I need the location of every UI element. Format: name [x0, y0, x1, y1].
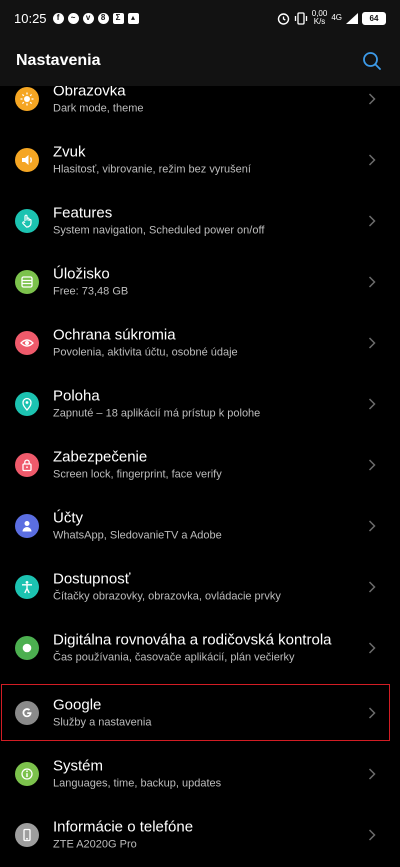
- chevron-right-icon: [368, 828, 376, 841]
- google-icon: [15, 700, 39, 725]
- settings-item-google[interactable]: Google Služby a nastavenia: [0, 682, 400, 743]
- settings-item-about-phone[interactable]: Informácie o telefóne ZTE A2020G Pro: [0, 804, 400, 865]
- settings-item-digital-wellbeing[interactable]: Digitálna rovnováha a rodičovská kontrol…: [0, 617, 400, 678]
- wellbeing-icon: [15, 635, 39, 660]
- privacy-eye-icon: [15, 330, 39, 355]
- search-icon: [363, 52, 381, 70]
- settings-item-ucty[interactable]: Účty WhatsApp, SledovanieTV a Adobe: [0, 495, 400, 556]
- item-subtitle: Služby a nastavenia: [53, 716, 152, 728]
- settings-item-features[interactable]: Features System navigation, Scheduled po…: [0, 190, 400, 251]
- item-subtitle: Čítačky obrazovky, obrazovka, ovládacie …: [53, 590, 281, 602]
- chevron-right-icon: [368, 214, 376, 227]
- item-subtitle: Hlasitosť, vibrovanie, režim bez vyrušen…: [53, 163, 251, 175]
- app-header: Nastavenia: [0, 36, 400, 86]
- hand-icon: [15, 208, 39, 233]
- settings-item-obrazovka[interactable]: Obrazovka Dark mode, theme: [0, 86, 400, 129]
- chevron-right-icon: [368, 153, 376, 166]
- badge-icon: 8: [97, 12, 109, 24]
- item-title: Informácie o telefóne: [53, 818, 194, 835]
- item-subtitle: ZTE A2020G Pro: [53, 838, 137, 850]
- item-subtitle: Dark mode, theme: [53, 102, 144, 114]
- network-indicator: 4G: [331, 13, 342, 22]
- chevron-right-icon: [368, 458, 376, 471]
- settings-item-system[interactable]: Systém Languages, time, backup, updates: [0, 743, 400, 804]
- item-title: Obrazovka: [53, 86, 126, 99]
- item-subtitle: Languages, time, backup, updates: [53, 777, 222, 789]
- alarm-icon: [277, 12, 289, 25]
- chevron-right-icon: [368, 706, 376, 719]
- settings-item-ochrana-sukromia[interactable]: Ochrana súkromia Povolenia, aktivita účt…: [0, 312, 400, 373]
- gallery-icon: ▴: [127, 12, 139, 24]
- messenger-icon: ~: [67, 12, 79, 24]
- battery-indicator: 64: [362, 11, 386, 25]
- item-title: Zabezpečenie: [53, 448, 148, 465]
- item-subtitle: Povolenia, aktivita účtu, osobné údaje: [53, 346, 238, 358]
- vibrate-icon: [294, 11, 307, 25]
- chevron-right-icon: [368, 767, 376, 780]
- item-title: Digitálna rovnováha a rodičovská kontrol…: [53, 631, 332, 648]
- settings-item-zvuk[interactable]: Zvuk Hlasitosť, vibrovanie, režim bez vy…: [0, 129, 400, 190]
- item-title: Features: [53, 204, 113, 221]
- search-button[interactable]: [360, 49, 384, 73]
- storage-icon: [15, 269, 39, 294]
- signal-icon: [346, 12, 358, 24]
- net-speed: 0,00 K/s: [311, 9, 328, 26]
- location-pin-icon: [15, 391, 39, 416]
- item-subtitle: Čas používania, časovače aplikácií, plán…: [53, 651, 295, 663]
- item-title: Dostupnosť: [53, 570, 131, 587]
- settings-item-zabezpecenie[interactable]: Zabezpečenie Screen lock, fingerprint, f…: [0, 434, 400, 495]
- item-subtitle: Free: 73,48 GB: [53, 285, 129, 297]
- chevron-right-icon: [368, 519, 376, 532]
- item-title: Google: [53, 696, 102, 713]
- chevron-right-icon: [368, 275, 376, 288]
- item-title: Ochrana súkromia: [53, 326, 176, 343]
- lock-icon: [15, 452, 39, 477]
- chevron-right-icon: [368, 641, 376, 654]
- item-subtitle: WhatsApp, SledovanieTV a Adobe: [53, 529, 222, 541]
- person-icon: [15, 513, 39, 538]
- settings-item-dostupnost[interactable]: Dostupnosť Čítačky obrazovky, obrazovka,…: [0, 556, 400, 617]
- item-title: Systém: [53, 757, 104, 774]
- chevron-right-icon: [368, 336, 376, 349]
- settings-list: Obrazovka Dark mode, theme Zvuk Hlasitos…: [0, 86, 400, 867]
- system-info-icon: [15, 761, 39, 786]
- item-subtitle: Zapnuté – 18 aplikácií má prístup k polo…: [53, 407, 261, 419]
- item-title: Zvuk: [53, 143, 86, 160]
- page-title: Nastavenia: [16, 52, 101, 69]
- chevron-right-icon: [368, 580, 376, 593]
- sum-icon: Σ: [112, 12, 124, 24]
- speaker-icon: [15, 147, 39, 172]
- sun-icon: [15, 86, 39, 111]
- phone-icon: [15, 822, 39, 847]
- chevron-right-icon: [368, 92, 376, 105]
- facebook-icon: f: [52, 12, 64, 24]
- settings-item-poloha[interactable]: Poloha Zapnuté – 18 aplikácií má prístup…: [0, 373, 400, 434]
- item-subtitle: System navigation, Scheduled power on/of…: [53, 224, 265, 236]
- viber-icon: v: [82, 12, 94, 24]
- settings-item-ulozisko[interactable]: Úložisko Free: 73,48 GB: [0, 251, 400, 312]
- status-time: 10:25: [14, 10, 47, 26]
- item-subtitle: Screen lock, fingerprint, face verify: [53, 468, 222, 480]
- chevron-right-icon: [368, 397, 376, 410]
- status-bar: 10:25 f ~ v 8 Σ ▴ 0,00 K/s 4G 64: [0, 0, 400, 36]
- item-title: Účty: [53, 509, 83, 526]
- accessibility-icon: [15, 574, 39, 599]
- item-title: Úložisko: [53, 265, 110, 282]
- item-title: Poloha: [53, 387, 100, 404]
